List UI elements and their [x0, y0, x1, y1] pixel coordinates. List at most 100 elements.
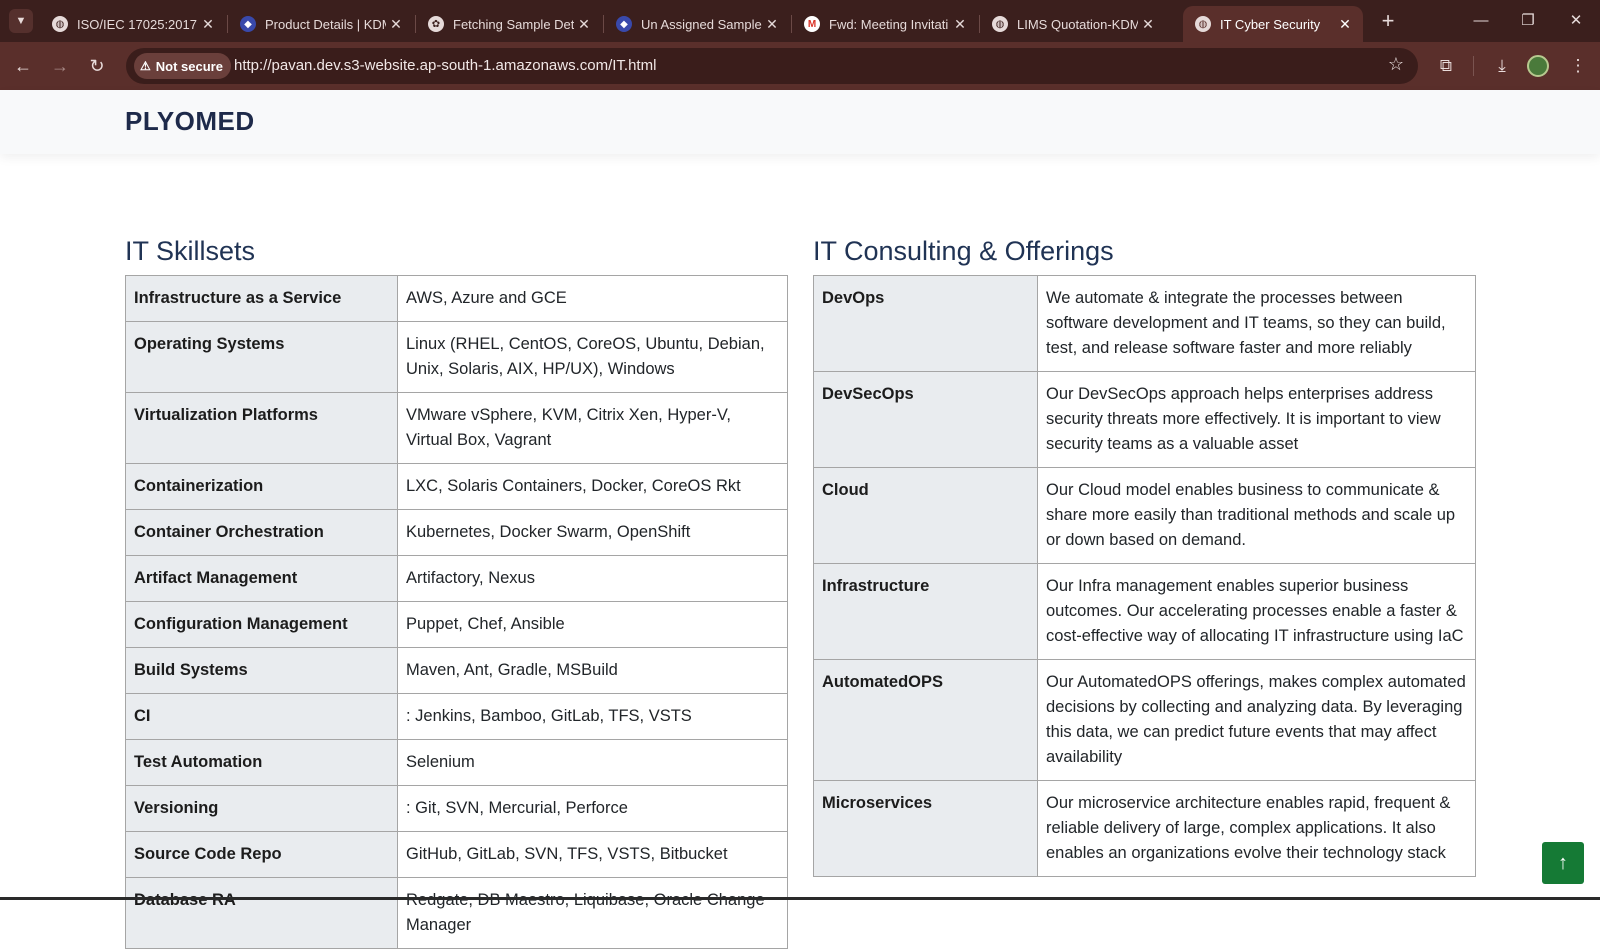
openai-icon: ✿ [428, 16, 444, 32]
skill-value: Maven, Ant, Gradle, MSBuild [397, 647, 788, 694]
skill-value: GitHub, GitLab, SVN, TFS, VSTS, Bitbucke… [397, 831, 788, 878]
skill-key: Test Automation [125, 739, 398, 786]
globe-icon: ◍ [992, 16, 1008, 32]
tab-title: Fetching Sample Deta [453, 16, 574, 32]
skill-value: Selenium [397, 739, 788, 786]
offering-value: Our Infra management enables superior bu… [1037, 563, 1476, 660]
offering-value: Our DevSecOps approach helps enterprises… [1037, 371, 1476, 468]
kdm-logo-icon: ◆ [240, 16, 256, 32]
forward-arrow-icon[interactable]: → [46, 52, 74, 80]
skill-value: Puppet, Chef, Ansible [397, 601, 788, 648]
skillsets-heading: IT Skillsets [125, 236, 256, 266]
table-row: Operating Systems Linux (RHEL, CentOS, Co… [125, 321, 788, 393]
brand-logo[interactable]: PLYOMED [125, 106, 255, 137]
table-row: Database RA Redgate, DB Maestro, Liquibas… [125, 877, 788, 949]
skill-key: Source Code Repo [125, 831, 398, 878]
skill-key: Build Systems [125, 647, 398, 694]
tab-title: IT Cyber Security [1220, 16, 1321, 32]
skill-value: : Jenkins, Bamboo, GitLab, TFS, VSTS [397, 693, 788, 740]
back-arrow-icon[interactable]: ← [9, 52, 37, 80]
offering-value: Our AutomatedOPS offerings, makes comple… [1037, 659, 1476, 781]
offering-value: Our Cloud model enables business to comm… [1037, 467, 1476, 564]
skill-value: AWS, Azure and GCE [397, 275, 788, 322]
tab-fwd-meeting[interactable]: M Fwd: Meeting Invitati ✕ [792, 6, 978, 42]
browser-toolbar: ← → ↻ ⚠ Not secure http://pavan.dev.s3-w… [0, 42, 1600, 90]
tab-product-details[interactable]: ◆ Product Details | KDM ✕ [228, 6, 414, 42]
close-tab-icon[interactable]: ✕ [574, 16, 594, 33]
kdm-logo-icon: ◆ [616, 16, 632, 32]
table-row: Artifact Management Artifactory, Nexus [125, 555, 788, 602]
skill-key: Artifact Management [125, 555, 398, 602]
tab-iso-iec[interactable]: ◍ ISO/IEC 17025:2017 ✕ [40, 6, 226, 42]
globe-icon: ◍ [52, 16, 68, 32]
tab-title: Fwd: Meeting Invitati [829, 16, 949, 32]
table-row: Source Code Repo GitHub, GitLab, SVN, TFS… [125, 831, 788, 878]
offerings-table: DevOps We automate & integrate the proces… [813, 275, 1476, 877]
tab-title: Product Details | KDM [265, 16, 386, 32]
table-row: Virtualization Platforms VMware vSphere, … [125, 392, 788, 464]
warning-triangle-icon: ⚠ [140, 59, 151, 73]
toolbar-divider [1473, 56, 1474, 76]
skill-value: LXC, Solaris Containers, Docker, CoreOS … [397, 463, 788, 510]
close-tab-icon[interactable]: ✕ [386, 16, 406, 33]
table-row: Test Automation Selenium [125, 739, 788, 786]
table-row: Infrastructure as a Service AWS, Azure an… [125, 275, 788, 322]
offerings-heading: IT Consulting & Offerings [813, 236, 1114, 266]
close-tab-icon[interactable]: ✕ [950, 16, 970, 33]
offering-key: AutomatedOPS [813, 659, 1038, 781]
table-row: Infrastructure Our Infra management enabl… [813, 563, 1476, 660]
profile-avatar[interactable] [1527, 55, 1549, 77]
address-bar[interactable]: ⚠ Not secure http://pavan.dev.s3-website… [126, 48, 1418, 84]
skillsets-table: Infrastructure as a Service AWS, Azure an… [125, 275, 788, 949]
tab-lims-quotation[interactable]: ◍ LIMS Quotation-KDM ✕ [980, 6, 1166, 42]
skill-key: Virtualization Platforms [125, 392, 398, 464]
skill-key: Infrastructure as a Service [125, 275, 398, 322]
skill-value: Artifactory, Nexus [397, 555, 788, 602]
offering-key: DevOps [813, 275, 1038, 372]
table-row: Container Orchestration Kubernetes, Docke… [125, 509, 788, 556]
url-text[interactable]: http://pavan.dev.s3-website.ap-south-1.a… [234, 57, 656, 74]
scroll-to-top-button[interactable]: ↑ [1542, 842, 1584, 884]
security-label: Not secure [155, 58, 223, 74]
skill-key: Database RA [125, 877, 398, 949]
minimize-icon[interactable]: — [1461, 8, 1501, 34]
reload-icon[interactable]: ↻ [83, 52, 111, 80]
table-row: Versioning: Git, SVN, Mercurial, Perforc… [125, 785, 788, 832]
tab-search-chevron-icon[interactable]: ▼ [9, 9, 33, 33]
tab-strip: ▼ ◍ ISO/IEC 17025:2017 ✕ ◆ Product Detai… [0, 0, 1600, 42]
close-tab-icon[interactable]: ✕ [1335, 16, 1355, 33]
tab-it-cyber-security[interactable]: ◍ IT Cyber Security ✕ [1183, 6, 1363, 42]
close-tab-icon[interactable]: ✕ [198, 16, 218, 33]
tab-fetching-sample[interactable]: ✿ Fetching Sample Deta ✕ [416, 6, 602, 42]
skill-key: Configuration Management [125, 601, 398, 648]
arrow-up-icon: ↑ [1558, 852, 1568, 874]
tab-unassigned-samples[interactable]: ◆ Un Assigned Samples ✕ [604, 6, 790, 42]
table-row: Microservices Our microservice architectu… [813, 780, 1476, 877]
table-row: DevOps We automate & integrate the proces… [813, 275, 1476, 372]
extensions-puzzle-icon[interactable]: ⧉ [1432, 52, 1460, 80]
offering-key: Microservices [813, 780, 1038, 877]
security-chip[interactable]: ⚠ Not secure [134, 53, 231, 79]
tab-title: ISO/IEC 17025:2017 [77, 16, 197, 32]
skill-key: Container Orchestration [125, 509, 398, 556]
gmail-icon: M [804, 16, 820, 32]
close-tab-icon[interactable]: ✕ [762, 16, 782, 33]
more-menu-icon[interactable]: ⋮ [1564, 52, 1592, 80]
new-tab-plus-icon[interactable]: + [1375, 8, 1401, 34]
offering-key: Cloud [813, 467, 1038, 564]
globe-icon: ◍ [1195, 16, 1211, 32]
close-window-icon[interactable]: ✕ [1556, 8, 1596, 34]
offering-value: Our microservice architecture enables ra… [1037, 780, 1476, 877]
close-tab-icon[interactable]: ✕ [1138, 16, 1158, 33]
skill-key: Containerization [125, 463, 398, 510]
download-icon[interactable]: ⤓ [1488, 52, 1516, 80]
offering-key: Infrastructure [813, 563, 1038, 660]
table-row: Containerization LXC, Solaris Containers,… [125, 463, 788, 510]
table-row: DevSecOps Our DevSecOps approach helps en… [813, 371, 1476, 468]
restore-icon[interactable]: ❐ [1508, 8, 1548, 34]
bookmark-star-icon[interactable]: ☆ [1388, 54, 1404, 75]
offering-key: DevSecOps [813, 371, 1038, 468]
table-row: Configuration Management Puppet, Chef, An… [125, 601, 788, 648]
skill-key: CI [125, 693, 398, 740]
skill-key: Versioning [125, 785, 398, 832]
